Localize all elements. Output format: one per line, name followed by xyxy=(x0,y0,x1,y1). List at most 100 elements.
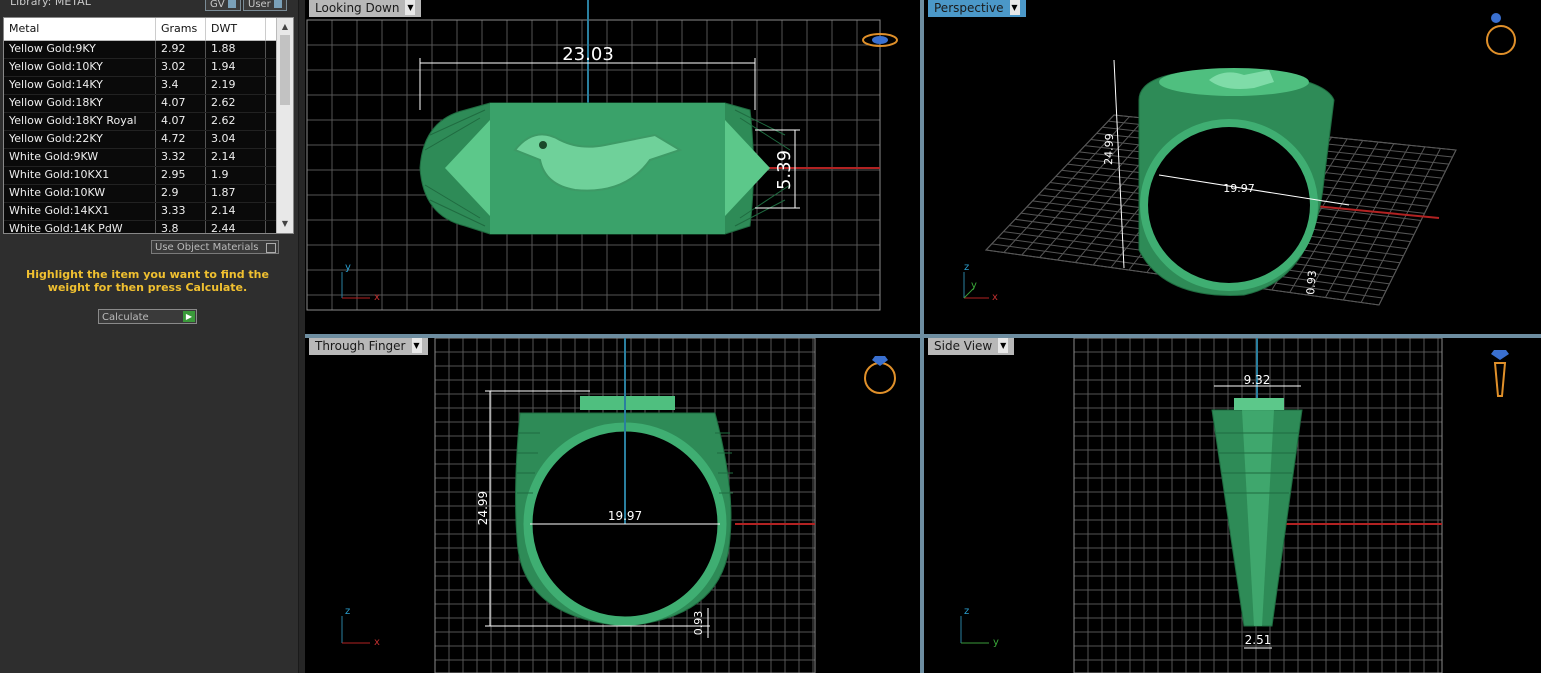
user-button[interactable]: User xyxy=(243,0,287,11)
dim-height-text: 5.39 xyxy=(774,150,795,190)
dropdown-arrow-icon[interactable]: ▼ xyxy=(405,0,416,15)
cell-grams: 3.33 xyxy=(156,203,206,220)
ring-top-emblem xyxy=(1234,398,1284,410)
header-metal[interactable]: Metal xyxy=(4,18,156,40)
viewport-perspective[interactable]: Perspective ▼ 24.99 19.97 0.93 z x y xyxy=(924,0,1541,334)
calculate-button[interactable]: Calculate ▶ xyxy=(98,309,197,324)
cell-dwt: 2.44 xyxy=(206,221,266,233)
viewport-label-through-finger[interactable]: Through Finger ▼ xyxy=(309,338,428,355)
cell-metal: White Gold:10KW xyxy=(4,185,156,202)
table-row[interactable]: Yellow Gold:18KY 4.07 2.62 xyxy=(4,95,276,113)
dim-inner-text: 19.97 xyxy=(608,509,642,523)
side-view-canvas: 9.32 2.51 z y xyxy=(960,338,1509,673)
table-scrollbar[interactable]: ▲ ▼ xyxy=(276,18,293,233)
ring-top-emblem xyxy=(580,396,675,410)
table-header: Metal Grams DWT xyxy=(4,18,293,41)
cell-metal: Yellow Gold:9KY xyxy=(4,41,156,58)
viewport-title: Perspective xyxy=(934,1,1004,15)
ring-view-icon[interactable] xyxy=(1486,13,1516,55)
dropdown-arrow-icon[interactable]: ▼ xyxy=(998,338,1009,353)
ring-view-icon[interactable] xyxy=(1491,350,1509,397)
cell-metal: White Gold:14KX1 xyxy=(4,203,156,220)
cell-grams: 2.95 xyxy=(156,167,206,184)
axis-label-h: x xyxy=(374,637,380,648)
header-dwt[interactable]: DWT xyxy=(206,18,266,40)
cell-grams: 4.07 xyxy=(156,113,206,130)
viewport-looking-down[interactable]: Looking Down ▼ 23.03 5.39 y x xyxy=(305,0,920,334)
cell-metal: Yellow Gold:18KY xyxy=(4,95,156,112)
viewport-title: Through Finger xyxy=(315,339,406,353)
cell-dwt: 1.94 xyxy=(206,59,266,76)
scroll-thumb[interactable] xyxy=(280,35,290,105)
viewport-label-looking-down[interactable]: Looking Down ▼ xyxy=(309,0,422,17)
header-grams[interactable]: Grams xyxy=(156,18,206,40)
checkbox-icon[interactable] xyxy=(266,243,276,253)
cell-dwt: 1.87 xyxy=(206,185,266,202)
cell-metal: White Gold:10KX1 xyxy=(4,167,156,184)
cell-grams: 2.92 xyxy=(156,41,206,58)
cell-metal: Yellow Gold:14KY xyxy=(4,77,156,94)
dropdown-arrow-icon[interactable]: ▼ xyxy=(1009,0,1020,15)
calculate-label: Calculate xyxy=(102,312,149,323)
ring-view-icon[interactable] xyxy=(864,356,896,394)
cell-grams: 3.8 xyxy=(156,221,206,233)
user-toggle-icon xyxy=(273,0,282,8)
cell-metal: Yellow Gold:22KY xyxy=(4,131,156,148)
cell-grams: 3.32 xyxy=(156,149,206,166)
cell-dwt: 2.14 xyxy=(206,203,266,220)
scroll-down-icon[interactable]: ▼ xyxy=(277,217,293,231)
axis-label-v: z xyxy=(964,606,969,617)
viewport-side-view[interactable]: Side View ▼ 9.32 2.51 z y xyxy=(924,338,1541,673)
axis-label-h: x xyxy=(992,292,998,303)
cell-metal: Yellow Gold:18KY Royal xyxy=(4,113,156,130)
dropdown-arrow-icon[interactable]: ▼ xyxy=(411,338,422,353)
gv-label: GV xyxy=(210,0,225,10)
dim-inner-text: 19.97 xyxy=(1223,182,1255,195)
perspective-canvas: 24.99 19.97 0.93 z x y xyxy=(963,13,1516,306)
viewport-label-side-view[interactable]: Side View ▼ xyxy=(928,338,1015,355)
bird-eye xyxy=(539,141,547,149)
use-object-materials-label: Use Object Materials xyxy=(155,242,259,253)
gv-button[interactable]: GV xyxy=(205,0,241,11)
axis-label-d: y xyxy=(971,280,977,291)
library-label: Library: METAL xyxy=(10,0,91,8)
cell-grams: 4.07 xyxy=(156,95,206,112)
dim-height-text: 24.99 xyxy=(1102,133,1116,165)
axis-label-v: y xyxy=(345,262,351,273)
viewport-title: Side View xyxy=(934,339,993,353)
use-object-materials-checkbox[interactable]: Use Object Materials xyxy=(151,240,279,254)
table-row[interactable]: Yellow Gold:14KY 3.4 2.19 xyxy=(4,77,276,95)
viewport-splitter-horizontal[interactable] xyxy=(305,334,1541,338)
cell-dwt: 2.62 xyxy=(206,95,266,112)
table-row[interactable]: Yellow Gold:22KY 4.72 3.04 xyxy=(4,131,276,149)
table-row[interactable]: White Gold:9KW 3.32 2.14 xyxy=(4,149,276,167)
cell-dwt: 2.19 xyxy=(206,77,266,94)
cell-grams: 4.72 xyxy=(156,131,206,148)
cell-grams: 2.9 xyxy=(156,185,206,202)
cell-dwt: 1.9 xyxy=(206,167,266,184)
table-row[interactable]: White Gold:10KW 2.9 1.87 xyxy=(4,185,276,203)
cell-dwt: 2.14 xyxy=(206,149,266,166)
viewport-through-finger[interactable]: Through Finger ▼ 24.99 19.97 0.93 z x xyxy=(305,338,920,673)
table-row[interactable]: Yellow Gold:18KY Royal 4.07 2.62 xyxy=(4,113,276,131)
cell-metal: Yellow Gold:10KY xyxy=(4,59,156,76)
gv-toggle-icon xyxy=(227,0,236,8)
axis-label-h: y xyxy=(993,637,999,648)
top-view-canvas: 23.03 5.39 y x xyxy=(306,0,898,311)
dim-bottom-text: 2.51 xyxy=(1245,633,1272,647)
metal-weight-table[interactable]: Metal Grams DWT Yellow Gold:9KY 2.92 1.88 Y… xyxy=(3,17,294,234)
viewport-label-perspective[interactable]: Perspective ▼ xyxy=(928,0,1026,17)
table-row[interactable]: White Gold:10KX1 2.95 1.9 xyxy=(4,167,276,185)
instruction-text: Highlight the item you want to find the … xyxy=(26,268,269,294)
cell-dwt: 1.88 xyxy=(206,41,266,58)
cell-grams: 3.02 xyxy=(156,59,206,76)
scroll-up-icon[interactable]: ▲ xyxy=(277,20,293,34)
axis-label-v: z xyxy=(345,606,350,617)
dim-height-text: 24.99 xyxy=(476,491,490,525)
table-row[interactable]: White Gold:14K PdW 3.8 2.44 xyxy=(4,221,276,233)
table-row[interactable]: Yellow Gold:9KY 2.92 1.88 xyxy=(4,41,276,59)
table-row[interactable]: Yellow Gold:10KY 3.02 1.94 xyxy=(4,59,276,77)
table-body: Yellow Gold:9KY 2.92 1.88 Yellow Gold:10KY 3… xyxy=(4,41,276,233)
cell-dwt: 2.62 xyxy=(206,113,266,130)
table-row[interactable]: White Gold:14KX1 3.33 2.14 xyxy=(4,203,276,221)
